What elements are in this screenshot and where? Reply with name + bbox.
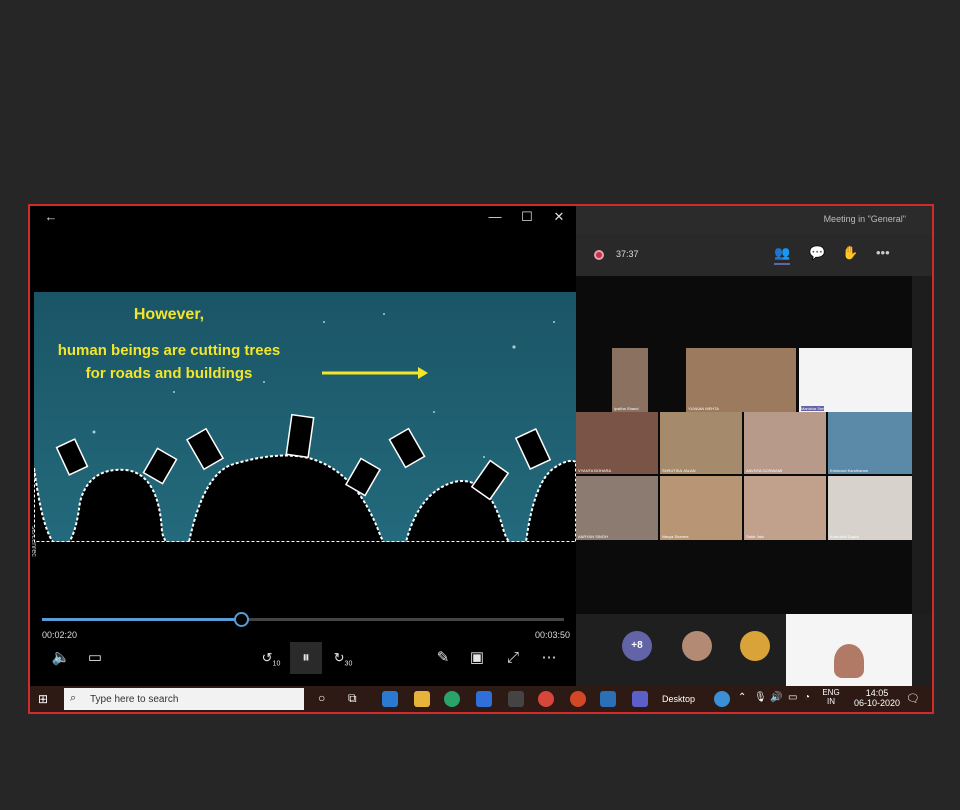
participant-tile[interactable]: Sahir Jain xyxy=(744,476,826,540)
self-video-tile[interactable] xyxy=(786,614,912,686)
participant-tile[interactable]: AAVNYA GOSWAMI xyxy=(744,412,826,474)
video-scene xyxy=(33,292,577,551)
back-button[interactable]: ← xyxy=(40,208,62,226)
fullscreen-icon[interactable]: ⤢ xyxy=(498,643,528,673)
windows-start-icon[interactable]: ⊞ xyxy=(38,692,52,706)
search-icon: ⌕ xyxy=(70,692,77,704)
meeting-title: Meeting in "General" xyxy=(823,214,906,224)
teams-icon[interactable] xyxy=(632,691,648,707)
app-icon[interactable] xyxy=(508,691,524,707)
more-options-icon[interactable]: ⋯ xyxy=(534,643,564,673)
participant-tile[interactable]: YUVAAN MEHTA xyxy=(686,348,796,412)
record-icon xyxy=(594,250,604,260)
windows-taskbar: ⊞ ⌕ Type here to search ○ ⧉ Desktop ⌃ 🎙 … xyxy=(30,686,932,712)
participant-tile[interactable]: Manisha Seri xyxy=(799,348,912,412)
speaker-icon[interactable]: 🔊 xyxy=(770,692,782,703)
raise-hand-icon[interactable]: ✋ xyxy=(842,245,858,261)
mail-icon[interactable] xyxy=(382,691,398,707)
participant-tile[interactable]: SHRUTIKA JALAN xyxy=(660,412,742,474)
desktop-toolbar-label[interactable]: Desktop xyxy=(662,694,695,704)
seek-bar[interactable] xyxy=(42,612,564,627)
overflow-count-badge[interactable]: +8 xyxy=(622,631,652,661)
search-box[interactable]: ⌕ Type here to search xyxy=(64,688,304,710)
teams-title-bar: Meeting in "General" xyxy=(576,206,932,234)
avatar[interactable] xyxy=(740,631,770,661)
maximize-button[interactable]: ☐ xyxy=(516,208,538,226)
avatar[interactable] xyxy=(682,631,712,661)
minimize-button[interactable]: — xyxy=(484,208,506,226)
video-text-line3: for roads and buildings xyxy=(85,365,253,382)
search-placeholder: Type here to search xyxy=(90,694,179,705)
teams-bottom-strip: +8 xyxy=(576,614,932,686)
tray-chevron-icon[interactable]: ⌃ xyxy=(738,692,746,703)
meeting-timer: 37:37 xyxy=(616,249,639,259)
participant-tile[interactable]: VYANTA BOHARA xyxy=(576,412,658,474)
video-grid: Ipsitha Shand YUVAAN MEHTA Manisha Seri … xyxy=(576,348,912,542)
participant-tile[interactable]: AARYAN SINGH xyxy=(576,476,658,540)
wifi-icon[interactable]: ◔ xyxy=(804,692,810,703)
teams-window: Meeting in "General" 37:37 👥 💬 ✋ ••• Ips… xyxy=(576,206,932,686)
elapsed-time: 00:02:20 xyxy=(42,630,78,640)
cortana-icon[interactable]: ○ xyxy=(318,691,325,705)
battery-icon[interactable]: ▭ xyxy=(788,692,797,703)
dropbox-icon[interactable] xyxy=(476,691,492,707)
volume-icon[interactable]: 🔈 xyxy=(46,643,76,673)
seek-fill xyxy=(42,618,241,621)
skip-forward-button[interactable]: ↻30 xyxy=(328,643,358,673)
chat-icon[interactable]: 💬 xyxy=(809,245,825,261)
video-text-line1: However, xyxy=(133,306,205,323)
screen-frame: ← — ☐ ✕ screenrec xyxy=(28,204,934,714)
edit-icon[interactable]: ✎ xyxy=(428,643,458,673)
edge-icon[interactable] xyxy=(444,691,460,707)
participant-tile[interactable]: Kumudini Gupta xyxy=(828,476,912,540)
powerpoint-icon[interactable] xyxy=(570,691,586,707)
microphone-icon[interactable]: 🎙 xyxy=(754,692,767,703)
participant-tile[interactable]: Krishnavi Kandharam xyxy=(828,412,912,474)
participant-tile[interactable]: Ipsitha Shand xyxy=(612,348,648,412)
skip-back-button[interactable]: ↺10 xyxy=(256,643,286,673)
file-explorer-icon[interactable] xyxy=(414,691,430,707)
mini-view-icon[interactable]: ▣ xyxy=(462,643,492,673)
participants-icon[interactable]: 👥 xyxy=(774,245,791,265)
clock[interactable]: 14:05 06-10-2020 xyxy=(852,688,902,708)
seek-thumb[interactable] xyxy=(234,612,250,627)
video-text-line2: human beings are cutting trees xyxy=(57,342,281,359)
meeting-toolbar: 37:37 👥 💬 ✋ ••• xyxy=(576,234,932,276)
more-actions-icon[interactable]: ••• xyxy=(876,245,890,260)
chrome-icon[interactable] xyxy=(538,691,554,707)
pause-button[interactable]: ⏸ xyxy=(290,642,322,674)
media-player-icon[interactable] xyxy=(600,691,616,707)
language-indicator[interactable]: ENG IN xyxy=(822,688,840,706)
notifications-icon[interactable]: 🗨 xyxy=(906,692,920,705)
captions-icon[interactable]: ▭ xyxy=(80,643,110,673)
help-icon[interactable] xyxy=(714,691,730,707)
media-player-window: ← — ☐ ✕ screenrec xyxy=(30,206,577,686)
task-view-icon[interactable]: ⧉ xyxy=(348,691,357,706)
video-frame[interactable]: However, human beings are cutting trees … xyxy=(33,292,577,551)
person-figure xyxy=(834,644,864,678)
participant-tile[interactable]: Navya Sharma xyxy=(660,476,742,540)
close-button[interactable]: ✕ xyxy=(548,208,570,226)
total-time: 00:03:50 xyxy=(535,630,571,640)
